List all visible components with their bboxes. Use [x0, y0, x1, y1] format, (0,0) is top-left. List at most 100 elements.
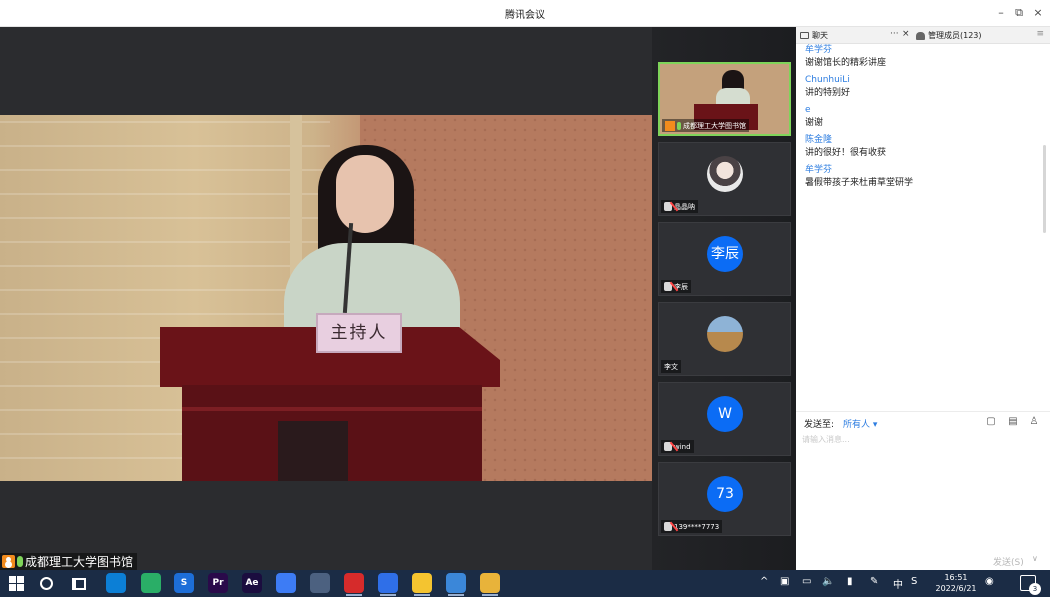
microphone-icon[interactable]: ▮ [847, 576, 853, 587]
muted-mic-icon [664, 442, 672, 451]
speaker-name: 成都理工大学图书馆 [25, 555, 134, 569]
message-text: 暑假带孩子来杜甫草堂研学 [805, 178, 914, 188]
netease-music-icon[interactable] [344, 573, 364, 596]
chrome-icon[interactable] [412, 573, 432, 596]
message-sender: e [805, 105, 811, 115]
chat-message: 牟学芬 谢谢馆长的精彩讲座 [805, 44, 1041, 70]
avatar [707, 316, 743, 352]
speaker-tag: 成都理工大学图书馆 [0, 553, 138, 570]
avatar: 73 [707, 476, 743, 512]
main-video[interactable]: 主持人 [0, 115, 652, 481]
side-panel: 聊天 ··· × 管理成员(123) ≡ 牟学芬 谢谢馆长的精彩讲座 Chunh… [796, 27, 1050, 570]
tab-members[interactable]: 管理成员(123) [916, 27, 982, 44]
restore-button[interactable]: ⧉ [1011, 5, 1027, 21]
close-chat-button[interactable]: × [902, 29, 910, 39]
chevron-down-icon[interactable]: ∨ [1032, 554, 1038, 563]
muted-mic-icon [664, 202, 672, 211]
chat-scrollbar[interactable] [1043, 145, 1046, 233]
windows-start-icon[interactable] [7, 574, 26, 593]
participant-tile[interactable]: 李文 [658, 302, 791, 376]
message-sender: 陈金隆 [805, 135, 833, 145]
clock-time: 16:51 [944, 573, 968, 582]
message-sender: 牟学芬 [805, 45, 833, 55]
message-input[interactable] [802, 431, 1042, 447]
sogou-icon[interactable]: S [174, 573, 194, 593]
chat-message: ChunhuiLi 讲的特别好 [805, 74, 1041, 100]
send-button[interactable]: 发送(S) [993, 555, 1024, 568]
message-text: 讲的很好！很有收获 [805, 148, 887, 158]
file-explorer-icon[interactable] [480, 573, 500, 596]
message-text: 谢谢 [805, 118, 824, 128]
avatar: 李辰 [707, 236, 743, 272]
chat-message: 牟学芬 暑假带孩子来杜甫草堂研学 [805, 164, 1041, 190]
sogou-tray-icon[interactable]: S [911, 576, 917, 587]
tencent-meeting-icon[interactable] [378, 573, 398, 596]
host-nameplate: 主持人 [316, 313, 402, 353]
ime-indicator[interactable]: 中 [893, 576, 903, 591]
participant-tile-active[interactable]: 成都理工大学图书馆 [658, 62, 791, 136]
panel-menu-icon[interactable]: ≡ [1036, 29, 1044, 39]
tray-expand-icon[interactable]: ^ [760, 576, 768, 587]
window-title: 腾讯会议 [505, 10, 545, 21]
compose-toolbar: 发送至: 所有人 ▾ ▢ ▤ ♙ [796, 411, 1050, 433]
chat-message: e 谢谢 [805, 104, 1041, 130]
speaking-mic-icon [17, 556, 23, 567]
folder-icon[interactable]: ▢ [984, 415, 998, 429]
tab-chat-label: 聊天 [812, 31, 828, 40]
main-stage: 主持人 成都理工大学图书馆 [0, 27, 652, 570]
participant-tag: 李文 [661, 360, 681, 373]
search-icon[interactable] [40, 577, 53, 590]
image-viewer-icon[interactable] [446, 573, 466, 596]
members-icon [916, 31, 925, 40]
minimize-button[interactable]: – [993, 5, 1009, 21]
participant-tag: 成都理工大学图书馆 [662, 119, 749, 132]
participant-tag: 李辰 [661, 280, 691, 293]
muted-mic-icon [664, 282, 672, 291]
user-settings-icon[interactable]: ♙ [1027, 415, 1041, 429]
screenshot-icon[interactable]: ▤ [1006, 415, 1020, 429]
send-to-dropdown[interactable]: 所有人 ▾ [843, 417, 877, 430]
speaker-face [336, 155, 394, 233]
more-options-button[interactable]: ··· [890, 29, 899, 39]
close-button[interactable]: × [1030, 5, 1046, 21]
participant-tile[interactable]: 李辰 李辰 [658, 222, 791, 296]
host-user-icon [2, 555, 15, 568]
premiere-icon[interactable]: Pr [208, 573, 228, 593]
participant-tile[interactable]: 晶晶呐 [658, 142, 791, 216]
participant-tag: wind [661, 440, 694, 453]
participant-tile[interactable]: W wind [658, 382, 791, 456]
avatar: W [707, 396, 743, 432]
message-text: 讲的特别好 [805, 88, 851, 98]
participant-tile[interactable]: 73 139****7773 [658, 462, 791, 536]
aftereffects-icon[interactable]: Ae [242, 573, 262, 593]
wechat-icon[interactable] [141, 573, 161, 593]
pen-icon[interactable]: ✎ [870, 576, 878, 587]
chat-messages: 牟学芬 谢谢馆长的精彩讲座 ChunhuiLi 讲的特别好 e 谢谢 陈金隆 讲… [796, 44, 1050, 411]
participant-name: 成都理工大学图书馆 [683, 121, 746, 130]
sogou-label: S [180, 578, 188, 588]
participant-tag: 139****7773 [661, 520, 723, 533]
avatar [707, 156, 743, 192]
podium-panel [278, 421, 348, 481]
panel-tabs: 聊天 ··· × 管理成员(123) ≡ [796, 27, 1050, 44]
browser-tray-icon[interactable]: ◉ [985, 576, 994, 587]
podium-trim [182, 407, 482, 411]
notification-center-icon[interactable]: 3 [1020, 575, 1041, 595]
edge-icon[interactable] [106, 573, 126, 593]
feishu-icon[interactable] [276, 573, 296, 593]
tab-members-label: 管理成员(123) [928, 31, 982, 40]
message-sender: 牟学芬 [805, 165, 833, 175]
tab-chat[interactable]: 聊天 [800, 27, 828, 44]
battery-icon[interactable]: ▭ [802, 576, 811, 587]
cloud-icon[interactable] [310, 573, 330, 593]
clock[interactable]: 16:51 2022/6/21 [934, 572, 978, 594]
host-user-icon [665, 120, 675, 131]
participant-strip: 成都理工大学图书馆 晶晶呐 李辰 李辰 李文 W wind 73 139****… [652, 27, 796, 570]
task-view-icon[interactable] [72, 578, 86, 590]
volume-icon[interactable]: 🔈 [822, 576, 834, 587]
notification-count: 3 [1029, 583, 1041, 595]
tray-app-icon[interactable]: ▣ [780, 576, 789, 587]
tencent-meeting-window: 腾讯会议 – ⧉ × 主持人 成都理工大学图书馆 成都理工大学图书馆 晶晶呐 李… [0, 0, 1050, 597]
speaking-mic-icon [677, 121, 681, 130]
clock-date: 2022/6/21 [935, 584, 977, 593]
